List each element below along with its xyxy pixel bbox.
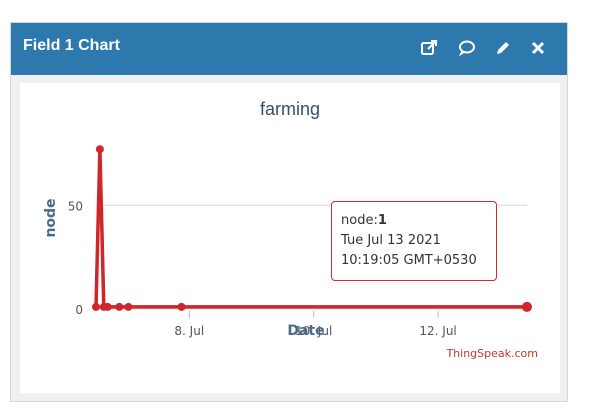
tooltip-time: 10:19:05 GMT+0530 xyxy=(341,253,477,268)
data-point[interactable] xyxy=(92,302,100,311)
tooltip-value: 1 xyxy=(377,213,387,228)
data-point[interactable] xyxy=(522,301,532,312)
data-point[interactable] xyxy=(95,145,104,154)
close-icon[interactable] xyxy=(528,38,550,60)
y-tick-label: 50 xyxy=(68,199,83,213)
x-axis-label: Date xyxy=(287,323,324,339)
y-axis-label: node xyxy=(43,198,59,237)
tooltip-label: node: xyxy=(341,213,378,228)
external-link-icon[interactable] xyxy=(419,38,441,60)
pencil-icon[interactable] xyxy=(493,38,515,60)
tooltip-date: Tue Jul 13 2021 xyxy=(341,233,441,248)
data-point[interactable] xyxy=(177,302,186,311)
x-tick-label: 8. Jul xyxy=(174,324,204,338)
chart-card: farming 0 50 8. Jul 10. Jul 12. Jul node Da… xyxy=(20,83,560,393)
field-chart-widget: Field 1 Chart farming 0 50 8. Jul 10. Ju… xyxy=(10,22,568,402)
y-tick-label: 0 xyxy=(75,303,83,317)
widget-header: Field 1 Chart xyxy=(11,23,567,75)
data-point[interactable] xyxy=(103,302,112,311)
thingspeak-credit-link[interactable]: ThingSpeak.com xyxy=(446,347,538,360)
data-point[interactable] xyxy=(115,302,124,311)
widget-title: Field 1 Chart xyxy=(23,37,120,54)
comment-icon[interactable] xyxy=(457,38,479,60)
data-tooltip: node:1 Tue Jul 13 2021 10:19:05 GMT+0530 xyxy=(331,201,497,281)
x-tick-label: 12. Jul xyxy=(419,324,456,338)
data-point[interactable] xyxy=(124,302,133,311)
